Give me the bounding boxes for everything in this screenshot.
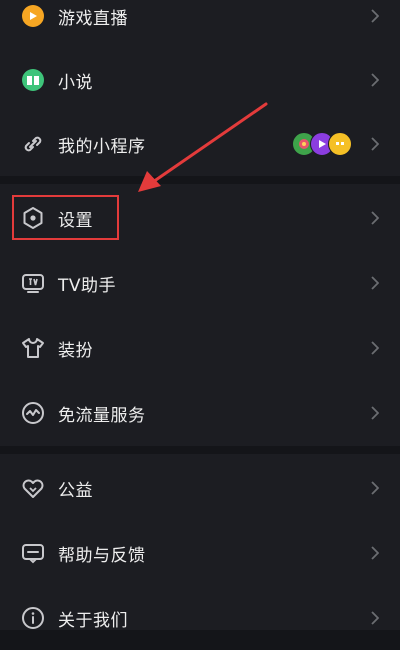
chevron-right-icon	[370, 210, 380, 226]
menu-item-free-data[interactable]: 免流量服务	[0, 381, 400, 445]
wave-icon	[20, 400, 46, 426]
chevron-right-icon	[370, 610, 380, 626]
menu-item-help[interactable]: 帮助与反馈	[0, 521, 400, 585]
info-icon	[20, 605, 46, 631]
chevron-right-icon	[370, 8, 380, 24]
settings-highlight-box	[12, 195, 119, 240]
menu-item-label: 我的小程序	[58, 136, 146, 157]
chevron-right-icon	[370, 545, 380, 561]
chevron-right-icon	[370, 480, 380, 496]
book-icon	[20, 67, 46, 93]
game-live-icon	[20, 3, 46, 29]
menu-item-charity[interactable]: 公益	[0, 456, 400, 520]
chevron-right-icon	[370, 136, 380, 152]
menu-item-label: 公益	[58, 480, 93, 501]
menu-item-live[interactable]: 游戏直播	[0, 0, 400, 48]
tshirt-icon	[20, 335, 46, 361]
chevron-right-icon	[370, 340, 380, 356]
chevron-right-icon	[370, 405, 380, 421]
heart-icon	[20, 475, 46, 501]
link-icon	[20, 131, 46, 157]
menu-item-label: 关于我们	[58, 610, 128, 631]
tv-icon	[20, 270, 46, 296]
chat-icon	[20, 540, 46, 566]
menu-item-tv[interactable]: TV助手	[0, 251, 400, 315]
menu-item-label: 小说	[58, 72, 93, 93]
menu-item-label: TV助手	[58, 275, 117, 296]
face-badge-icon	[328, 132, 352, 156]
menu-item-label: 帮助与反馈	[58, 545, 146, 566]
menu-item-about[interactable]: 关于我们	[0, 586, 400, 650]
chevron-right-icon	[370, 275, 380, 291]
menu-item-novel[interactable]: 小说	[0, 48, 400, 112]
menu-item-dress-up[interactable]: 装扮	[0, 316, 400, 380]
menu-item-label: 游戏直播	[58, 8, 128, 29]
chevron-right-icon	[370, 72, 380, 88]
mini-program-badges	[292, 132, 352, 156]
menu-item-label: 装扮	[58, 340, 93, 361]
menu-item-label: 免流量服务	[58, 405, 146, 426]
